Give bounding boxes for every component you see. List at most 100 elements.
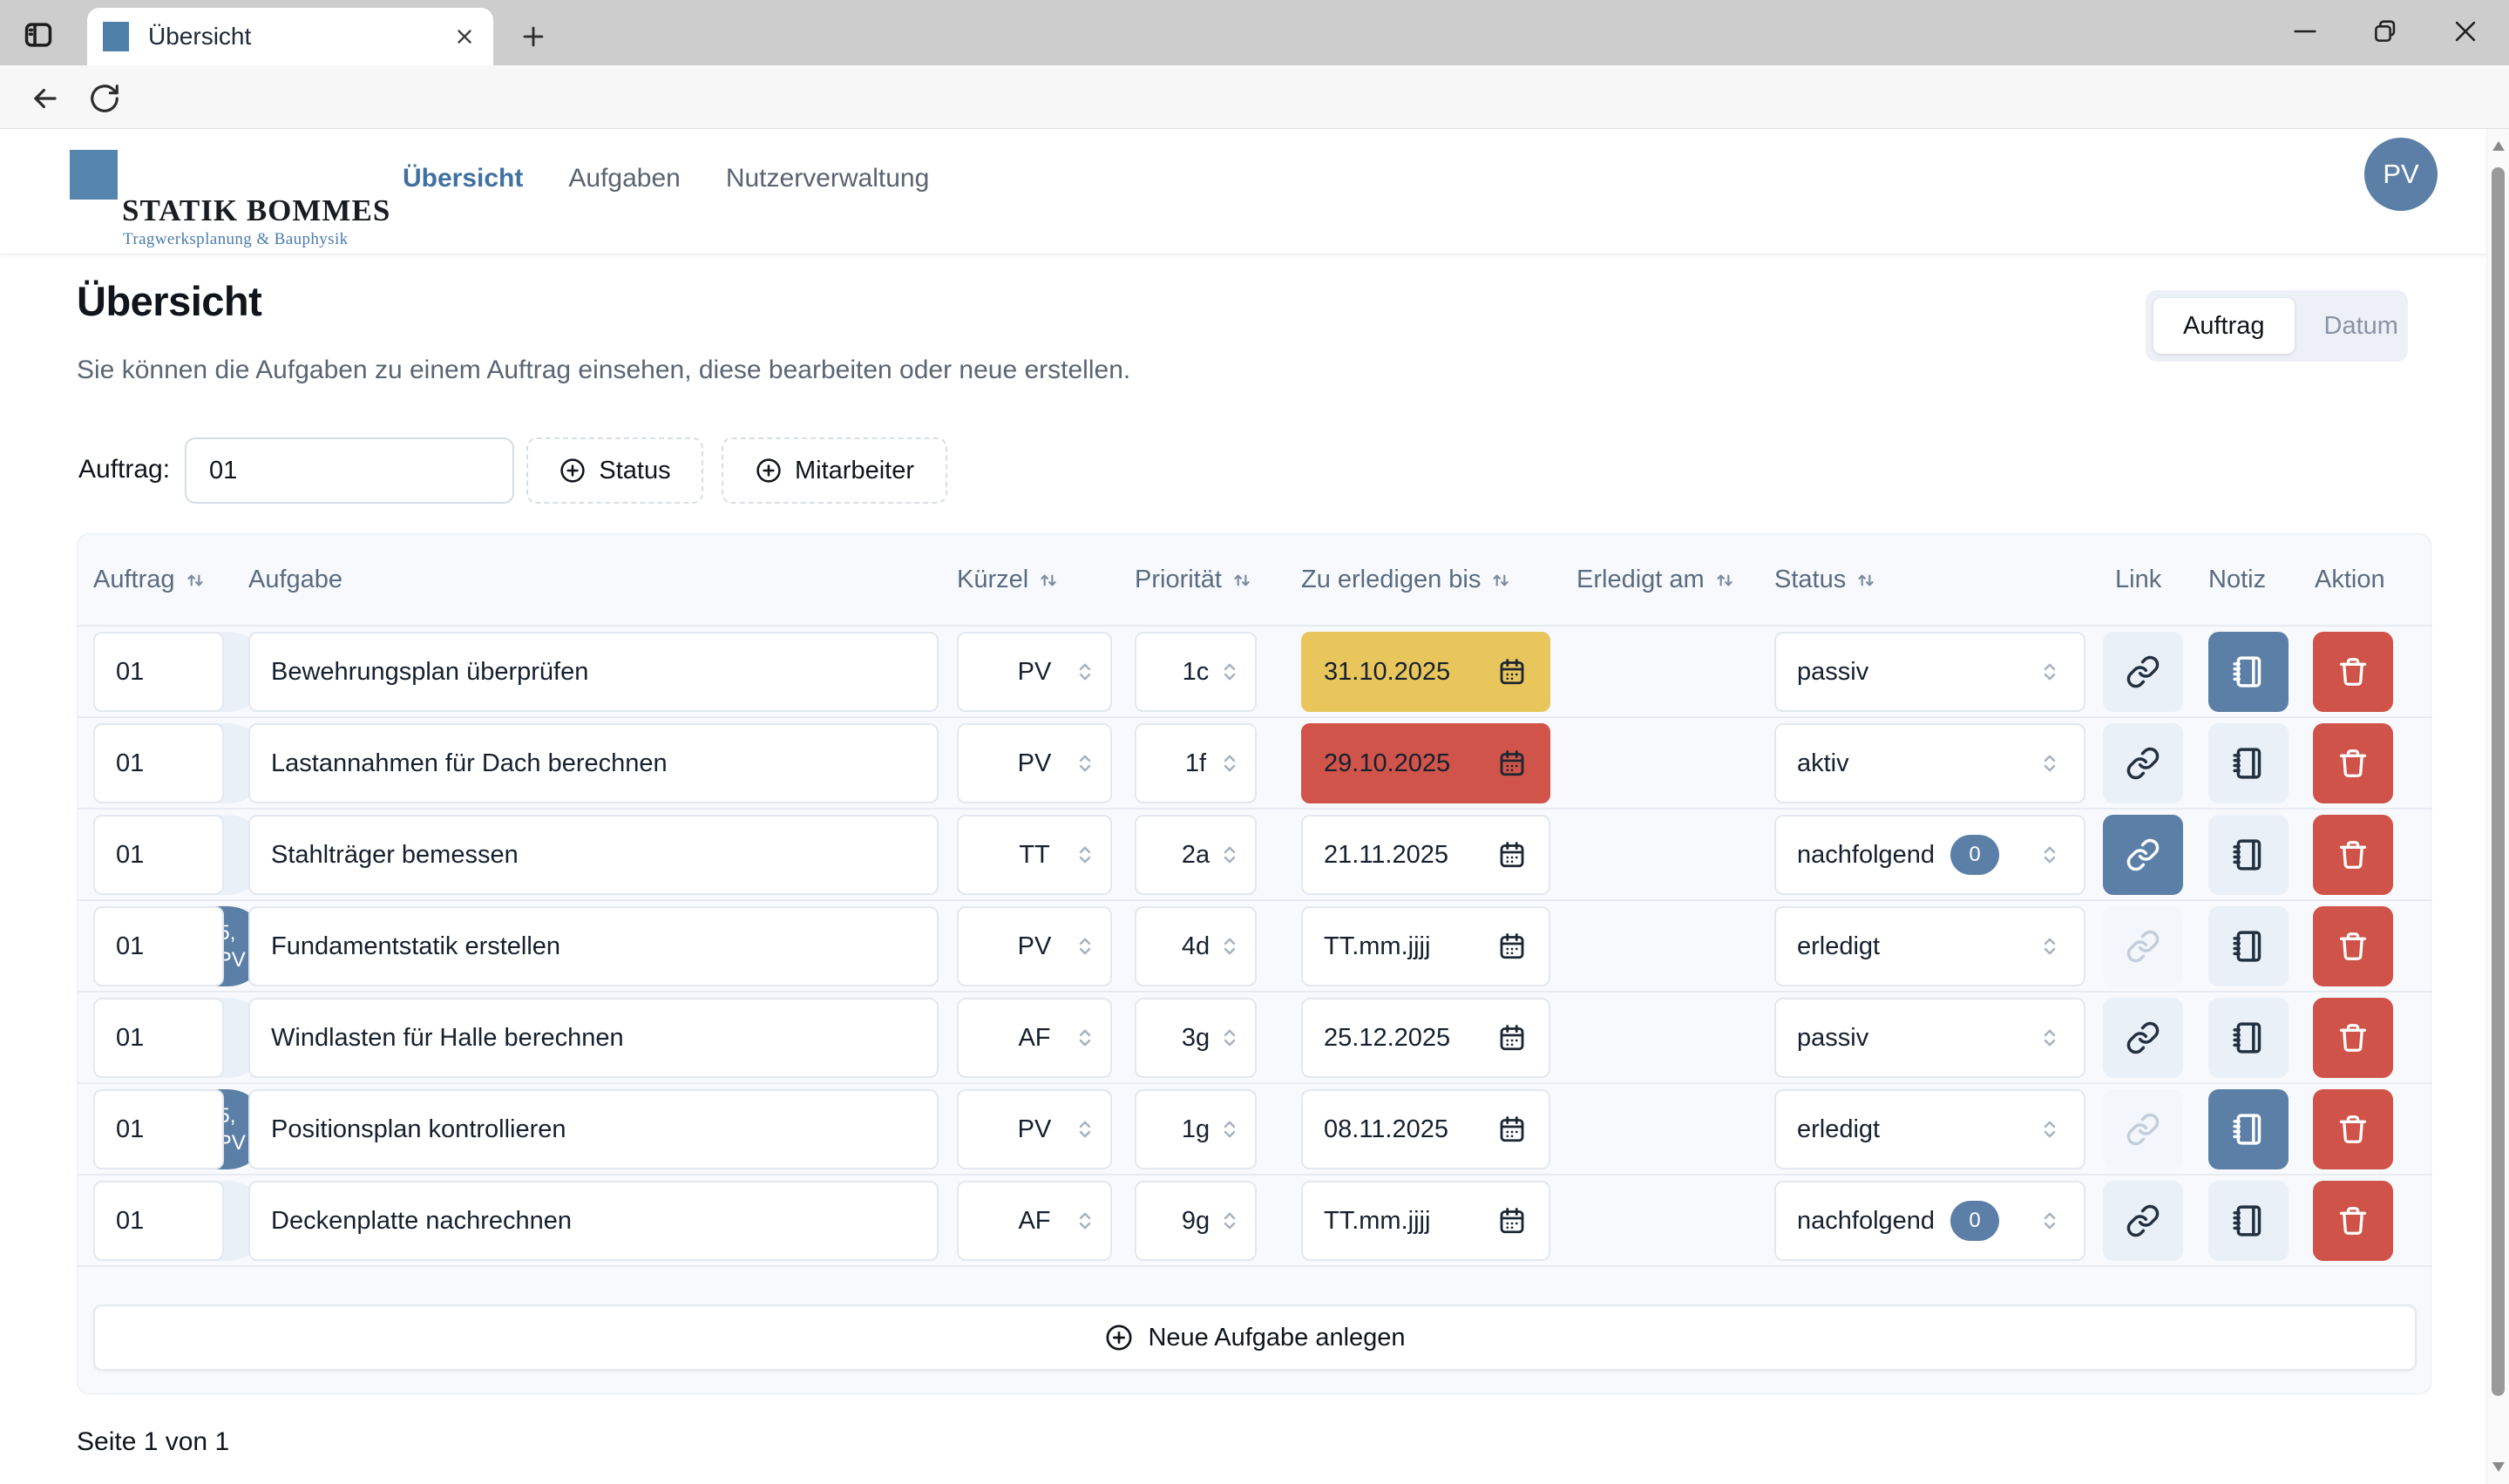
prioritaet-select[interactable]: 1f [1135, 723, 1257, 803]
calendar-icon [1496, 1114, 1528, 1145]
nav-item-uebersicht[interactable]: Übersicht [403, 164, 523, 193]
status-select[interactable]: erledigt [1774, 1089, 2085, 1169]
aufgabe-field[interactable]: Bewehrungsplan überprüfen [248, 632, 939, 712]
add-status-filter-button[interactable]: Status [526, 437, 703, 504]
scrollbar-thumb[interactable] [2492, 167, 2505, 1396]
auftrag-field[interactable]: 01 [93, 632, 224, 712]
prioritaet-select[interactable]: 3g [1135, 998, 1257, 1078]
delete-button[interactable] [2313, 723, 2393, 803]
link-button[interactable] [2103, 632, 2183, 712]
filter-label: Auftrag: [78, 455, 170, 485]
scroll-down-icon[interactable] [2492, 1462, 2505, 1472]
due-date-field[interactable]: 08.11.2025 [1301, 1089, 1550, 1169]
add-task-button[interactable]: Neue Aufgabe anlegen [93, 1304, 2417, 1371]
delete-button[interactable] [2313, 815, 2393, 895]
aufgabe-field[interactable]: Lastannahmen für Dach berechnen [248, 723, 939, 803]
note-button[interactable] [2208, 1089, 2289, 1169]
status-value: erledigt [1797, 1115, 1880, 1144]
status-select[interactable]: nachfolgend 0 [1774, 1181, 2085, 1261]
browser-tabstrip: Übersicht [0, 0, 2509, 65]
tasks-table: Auftrag Aufgabe Kürzel Priorität Zu erle… [77, 533, 2431, 1394]
kuerzel-select[interactable]: PV [957, 906, 1112, 986]
tab-close-icon[interactable] [451, 24, 478, 50]
auftrag-field[interactable]: 01 [93, 906, 224, 986]
note-button[interactable] [2208, 723, 2289, 803]
reload-icon[interactable] [87, 81, 122, 116]
col-header-auftrag[interactable]: Auftrag [93, 566, 207, 594]
due-date-field[interactable]: 29.10.2025 [1301, 723, 1550, 803]
delete-button[interactable] [2313, 1089, 2393, 1169]
col-header-kuerzel[interactable]: Kürzel [957, 566, 1060, 594]
toggle-datum[interactable]: Datum [2295, 298, 2428, 354]
kuerzel-select[interactable]: PV [957, 632, 1112, 712]
kuerzel-select[interactable]: TT [957, 815, 1112, 895]
note-button[interactable] [2208, 815, 2289, 895]
auftrag-filter-input[interactable]: 01 [185, 437, 514, 504]
tab-favicon-icon [103, 22, 129, 51]
minimize-icon[interactable] [2288, 14, 2323, 49]
due-date-field[interactable]: 21.11.2025 [1301, 815, 1550, 895]
delete-button[interactable] [2313, 906, 2393, 986]
link-button[interactable] [2103, 1089, 2183, 1169]
status-select[interactable]: aktiv [1774, 723, 2085, 803]
tab-layout-icon[interactable] [19, 16, 58, 54]
note-button[interactable] [2208, 998, 2289, 1078]
delete-button[interactable] [2313, 1181, 2393, 1261]
status-select[interactable]: erledigt [1774, 906, 2085, 986]
due-date-field[interactable]: TT.mm.jjjj [1301, 1181, 1550, 1261]
prioritaet-select[interactable]: 1g [1135, 1089, 1257, 1169]
add-mitarbeiter-filter-button[interactable]: Mitarbeiter [722, 437, 947, 504]
browser-tab[interactable]: Übersicht [87, 8, 493, 65]
new-tab-icon[interactable] [516, 19, 551, 54]
col-header-status[interactable]: Status [1774, 566, 1877, 594]
prioritaet-select[interactable]: 9g [1135, 1181, 1257, 1261]
note-button[interactable] [2208, 632, 2289, 712]
kuerzel-select[interactable]: AF [957, 998, 1112, 1078]
prioritaet-select[interactable]: 4d [1135, 906, 1257, 986]
auftrag-field[interactable]: 01 [93, 815, 224, 895]
col-header-prioritaet[interactable]: Priorität [1135, 566, 1253, 594]
delete-button[interactable] [2313, 998, 2393, 1078]
kuerzel-select[interactable]: PV [957, 723, 1112, 803]
page-scrollbar[interactable] [2486, 129, 2509, 1484]
toggle-auftrag[interactable]: Auftrag [2153, 298, 2295, 354]
auftrag-field[interactable]: 01 [93, 998, 224, 1078]
close-window-icon[interactable] [2448, 14, 2483, 49]
note-button[interactable] [2208, 906, 2289, 986]
aufgabe-field[interactable]: Stahlträger bemessen [248, 815, 939, 895]
link-button[interactable] [2103, 1181, 2183, 1261]
auftrag-field[interactable]: 01 [93, 723, 224, 803]
chevrons-up-down-icon [1072, 1208, 1098, 1234]
nav-item-aufgaben[interactable]: Aufgaben [568, 164, 680, 193]
status-select[interactable]: passiv [1774, 998, 2085, 1078]
aufgabe-field[interactable]: Windlasten für Halle berechnen [248, 998, 939, 1078]
due-date-field[interactable]: 25.12.2025 [1301, 998, 1550, 1078]
col-header-erledigt-am[interactable]: Erledigt am [1577, 566, 1736, 594]
link-button[interactable] [2103, 815, 2183, 895]
auftrag-field[interactable]: 01 [93, 1089, 224, 1169]
note-button[interactable] [2208, 1181, 2289, 1261]
link-button[interactable] [2103, 723, 2183, 803]
aufgabe-field[interactable]: Positionsplan kontrollieren [248, 1089, 939, 1169]
scroll-up-icon[interactable] [2492, 141, 2505, 151]
aufgabe-field[interactable]: Fundamentstatik erstellen [248, 906, 939, 986]
aufgabe-field[interactable]: Deckenplatte nachrechnen [248, 1181, 939, 1261]
back-icon[interactable] [28, 81, 63, 116]
chevrons-up-down-icon [1072, 933, 1098, 959]
kuerzel-select[interactable]: AF [957, 1181, 1112, 1261]
nav-item-nutzerverwaltung[interactable]: Nutzerverwaltung [726, 164, 929, 193]
link-button[interactable] [2103, 998, 2183, 1078]
restore-icon[interactable] [2368, 14, 2403, 49]
col-header-zu-erledigen-bis[interactable]: Zu erledigen bis [1301, 566, 1512, 594]
status-select[interactable]: passiv [1774, 632, 2085, 712]
delete-button[interactable] [2313, 632, 2393, 712]
due-date-field[interactable]: 31.10.2025 [1301, 632, 1550, 712]
kuerzel-select[interactable]: PV [957, 1089, 1112, 1169]
user-avatar[interactable]: PV [2364, 138, 2438, 211]
due-date-field[interactable]: TT.mm.jjjj [1301, 906, 1550, 986]
prioritaet-select[interactable]: 1c [1135, 632, 1257, 712]
auftrag-field[interactable]: 01 [93, 1181, 224, 1261]
status-select[interactable]: nachfolgend 0 [1774, 815, 2085, 895]
prioritaet-select[interactable]: 2a [1135, 815, 1257, 895]
link-button[interactable] [2103, 906, 2183, 986]
